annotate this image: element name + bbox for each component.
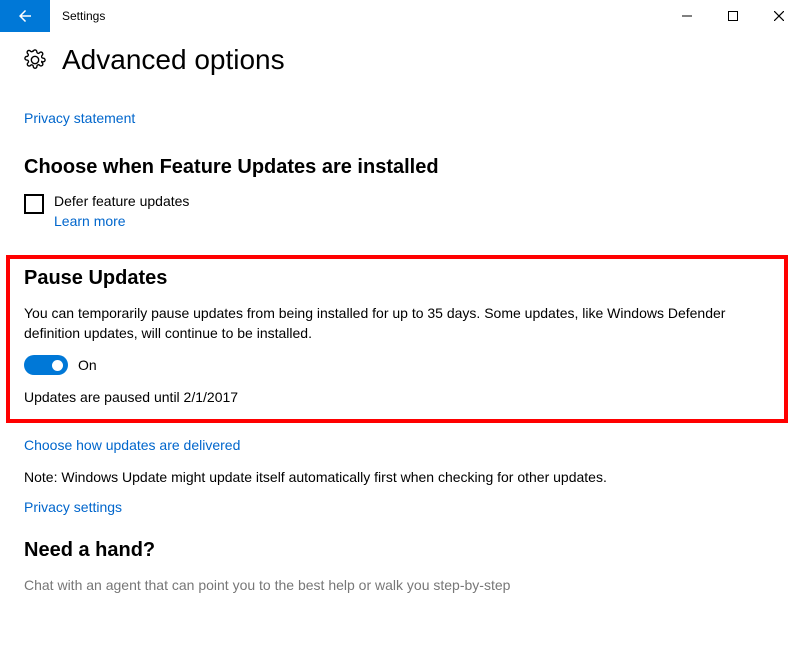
- update-note: Note: Windows Update might update itself…: [24, 469, 778, 485]
- pause-updates-heading: Pause Updates: [24, 267, 770, 290]
- maximize-button[interactable]: [710, 0, 756, 32]
- privacy-statement-link[interactable]: Privacy statement: [24, 110, 135, 126]
- close-button[interactable]: [756, 0, 802, 32]
- help-subtext: Chat with an agent that can point you to…: [24, 576, 778, 596]
- delivery-link[interactable]: Choose how updates are delivered: [24, 437, 240, 453]
- learn-more-link[interactable]: Learn more: [54, 213, 189, 229]
- arrow-left-icon: [16, 7, 34, 25]
- defer-checkbox-label: Defer feature updates: [54, 193, 189, 209]
- minimize-icon: [682, 11, 692, 21]
- help-heading: Need a hand?: [24, 539, 778, 562]
- defer-feature-updates-row: Defer feature updates Learn more: [24, 193, 778, 229]
- privacy-settings-link[interactable]: Privacy settings: [24, 499, 122, 515]
- maximize-icon: [728, 11, 738, 21]
- content-area: Advanced options Privacy statement Choos…: [0, 32, 802, 596]
- feature-updates-heading: Choose when Feature Updates are installe…: [24, 156, 778, 179]
- defer-checkbox[interactable]: [24, 194, 44, 214]
- app-title: Settings: [50, 0, 117, 32]
- window-controls: [664, 0, 802, 32]
- pause-toggle-label: On: [78, 357, 97, 373]
- page-title: Advanced options: [62, 44, 285, 76]
- toggle-knob: [52, 360, 63, 371]
- back-button[interactable]: [0, 0, 50, 32]
- titlebar: Settings: [0, 0, 802, 32]
- page-header: Advanced options: [24, 32, 778, 94]
- pause-status-text: Updates are paused until 2/1/2017: [24, 389, 770, 405]
- pause-updates-highlight: Pause Updates You can temporarily pause …: [6, 255, 788, 423]
- minimize-button[interactable]: [664, 0, 710, 32]
- pause-updates-description: You can temporarily pause updates from b…: [24, 304, 770, 343]
- close-icon: [774, 11, 784, 21]
- pause-updates-toggle[interactable]: [24, 355, 68, 375]
- gear-icon: [24, 49, 46, 71]
